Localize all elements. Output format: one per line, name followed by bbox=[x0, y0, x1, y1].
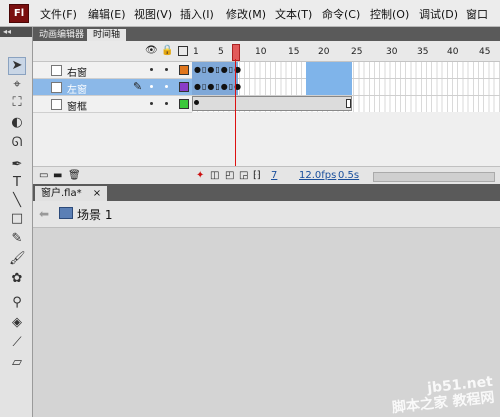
menu-window[interactable]: 窗口 bbox=[466, 6, 488, 22]
lock-dot-icon[interactable] bbox=[165, 102, 168, 105]
pencil-icon: ✎ bbox=[133, 80, 143, 93]
delete-layer-icon[interactable]: 🗑 bbox=[68, 170, 81, 181]
layer-color-swatch[interactable] bbox=[179, 65, 189, 75]
frame-number: 1 bbox=[193, 47, 199, 57]
brush-tool-icon[interactable]: 🖌 bbox=[9, 251, 26, 267]
menu-text[interactable]: 文本(T) bbox=[275, 6, 312, 22]
document-tab-bar: 窗户.fla* × bbox=[33, 184, 500, 201]
pencil-tool-icon[interactable]: ✎ bbox=[9, 231, 25, 247]
onion-skin-icon[interactable]: ◫ bbox=[210, 170, 219, 181]
eyedropper-tool-icon[interactable]: ⟋ bbox=[9, 335, 25, 351]
center-frame-icon[interactable]: ✦ bbox=[196, 170, 204, 181]
frame-number: 10 bbox=[255, 47, 267, 57]
scene-label[interactable]: 场景 1 bbox=[77, 206, 112, 223]
selection-tool-icon[interactable]: ➤ bbox=[8, 57, 26, 75]
new-folder-icon[interactable]: ▬ bbox=[53, 170, 62, 181]
3d-rotation-tool-icon[interactable]: ◐ bbox=[9, 115, 25, 131]
tools-panel: ◂◂ ➤ ⌖ ⛶ ◐ ᘏ ✒ T ╲ □ ✎ 🖌 ✿ ⚲ ◈ ⟋ ▱ bbox=[0, 27, 33, 417]
edit-multiple-frames-icon[interactable]: ◲ bbox=[239, 170, 248, 181]
layer-color-swatch[interactable] bbox=[179, 99, 189, 109]
selected-frames[interactable] bbox=[306, 62, 352, 95]
lock-icon[interactable]: 🔒 bbox=[161, 45, 173, 56]
menu-debug[interactable]: 调试(D) bbox=[419, 6, 458, 22]
line-tool-icon[interactable]: ╲ bbox=[9, 193, 25, 209]
frame-number: 15 bbox=[288, 47, 300, 57]
modify-markers-icon[interactable]: ⁅⁆ bbox=[253, 170, 261, 181]
menu-modify[interactable]: 修改(M) bbox=[226, 6, 266, 22]
layer-name: 右窗 bbox=[67, 68, 87, 79]
layer-icon bbox=[51, 82, 62, 93]
back-arrow-icon[interactable]: ⬅ bbox=[39, 207, 49, 221]
menu-control[interactable]: 控制(O) bbox=[370, 6, 409, 22]
menu-file[interactable]: 文件(F) bbox=[40, 6, 77, 22]
timeline-header: 👁 🔒 1 5 10 15 20 25 30 35 40 45 bbox=[33, 41, 500, 62]
eraser-tool-icon[interactable]: ▱ bbox=[9, 355, 25, 371]
layer-name: 左窗 bbox=[67, 85, 87, 96]
text-tool-icon[interactable]: T bbox=[9, 175, 25, 191]
collapse-icon[interactable]: ◂◂ bbox=[0, 27, 32, 37]
document-tab-label: 窗户.fla* bbox=[41, 188, 82, 199]
rectangle-tool-icon[interactable]: □ bbox=[9, 211, 25, 227]
onion-outline-icon[interactable]: ◰ bbox=[225, 170, 234, 181]
layer-row-right-window[interactable]: 右窗 bbox=[33, 62, 192, 79]
layer-row-left-window[interactable]: 左窗 ✎ bbox=[33, 79, 192, 96]
horizontal-scrollbar[interactable] bbox=[373, 172, 495, 182]
menu-insert[interactable]: 插入(I) bbox=[180, 6, 214, 22]
layer-name: 窗框 bbox=[67, 102, 87, 113]
eye-icon[interactable]: 👁 bbox=[145, 45, 158, 56]
edit-bar: ⬅ 场景 1 bbox=[33, 201, 500, 228]
visibility-dot-icon[interactable] bbox=[150, 68, 153, 71]
flash-logo: Fl bbox=[9, 4, 29, 23]
layer-icon bbox=[51, 99, 62, 110]
close-icon[interactable]: × bbox=[93, 188, 101, 199]
layer-row-window-frame[interactable]: 窗框 bbox=[33, 96, 192, 113]
frame-number: 30 bbox=[386, 47, 398, 57]
panel-tab-bar: 动画编辑器 时间轴 bbox=[33, 27, 500, 41]
keyframe-dot bbox=[194, 100, 199, 105]
outline-icon[interactable] bbox=[178, 46, 188, 56]
timeline-panel: 👁 🔒 1 5 10 15 20 25 30 35 40 45 右窗 左窗 ✎ … bbox=[33, 41, 500, 185]
playhead-icon[interactable] bbox=[232, 44, 240, 61]
lock-dot-icon[interactable] bbox=[165, 85, 168, 88]
elapsed-time-value[interactable]: 0.5s bbox=[338, 170, 359, 181]
tab-timeline[interactable]: 时间轴 bbox=[87, 29, 127, 41]
scene-clapper-icon bbox=[59, 207, 73, 219]
menu-commands[interactable]: 命令(C) bbox=[322, 6, 360, 22]
frame-number: 20 bbox=[318, 47, 330, 57]
end-frame-marker bbox=[346, 99, 351, 108]
pen-tool-icon[interactable]: ✒ bbox=[9, 157, 25, 173]
tab-motion-editor[interactable]: 动画编辑器 bbox=[33, 29, 90, 41]
frame-number: 45 bbox=[479, 47, 491, 57]
deco-tool-icon[interactable]: ✿ bbox=[9, 271, 25, 287]
paint-bucket-tool-icon[interactable]: ◈ bbox=[9, 315, 25, 331]
frame-number: 35 bbox=[417, 47, 429, 57]
layer-color-swatch[interactable] bbox=[179, 82, 189, 92]
visibility-dot-icon[interactable] bbox=[150, 102, 153, 105]
frame-span[interactable] bbox=[192, 96, 352, 111]
layer-icon bbox=[51, 65, 62, 76]
menu-edit[interactable]: 编辑(E) bbox=[88, 6, 126, 22]
lasso-tool-icon[interactable]: ᘏ bbox=[9, 135, 25, 151]
free-transform-tool-icon[interactable]: ⛶ bbox=[9, 95, 25, 111]
fps-value[interactable]: 12.0fps bbox=[299, 170, 336, 181]
frame-number: 40 bbox=[447, 47, 459, 57]
bone-tool-icon[interactable]: ⚲ bbox=[9, 295, 25, 311]
playhead-line bbox=[235, 59, 236, 166]
frame-number: 25 bbox=[351, 47, 363, 57]
current-frame-value[interactable]: 7 bbox=[271, 170, 277, 181]
frames-grid[interactable]: ●▯●▯●▯● ●▯●▯●▯● bbox=[192, 62, 500, 112]
menu-bar: Fl 文件(F) 编辑(E) 视图(V) 插入(I) 修改(M) 文本(T) 命… bbox=[0, 0, 500, 27]
subselection-tool-icon[interactable]: ⌖ bbox=[9, 77, 25, 93]
frame-number: 5 bbox=[218, 47, 224, 57]
new-layer-icon[interactable]: ▭ bbox=[39, 170, 48, 181]
lock-dot-icon[interactable] bbox=[165, 68, 168, 71]
timeline-footer: ▭ ▬ 🗑 ✦ ◫ ◰ ◲ ⁅⁆ 7 12.0fps 0.5s bbox=[33, 166, 500, 185]
document-tab[interactable]: 窗户.fla* × bbox=[35, 186, 108, 201]
visibility-dot-icon[interactable] bbox=[150, 85, 153, 88]
menu-view[interactable]: 视图(V) bbox=[134, 6, 172, 22]
